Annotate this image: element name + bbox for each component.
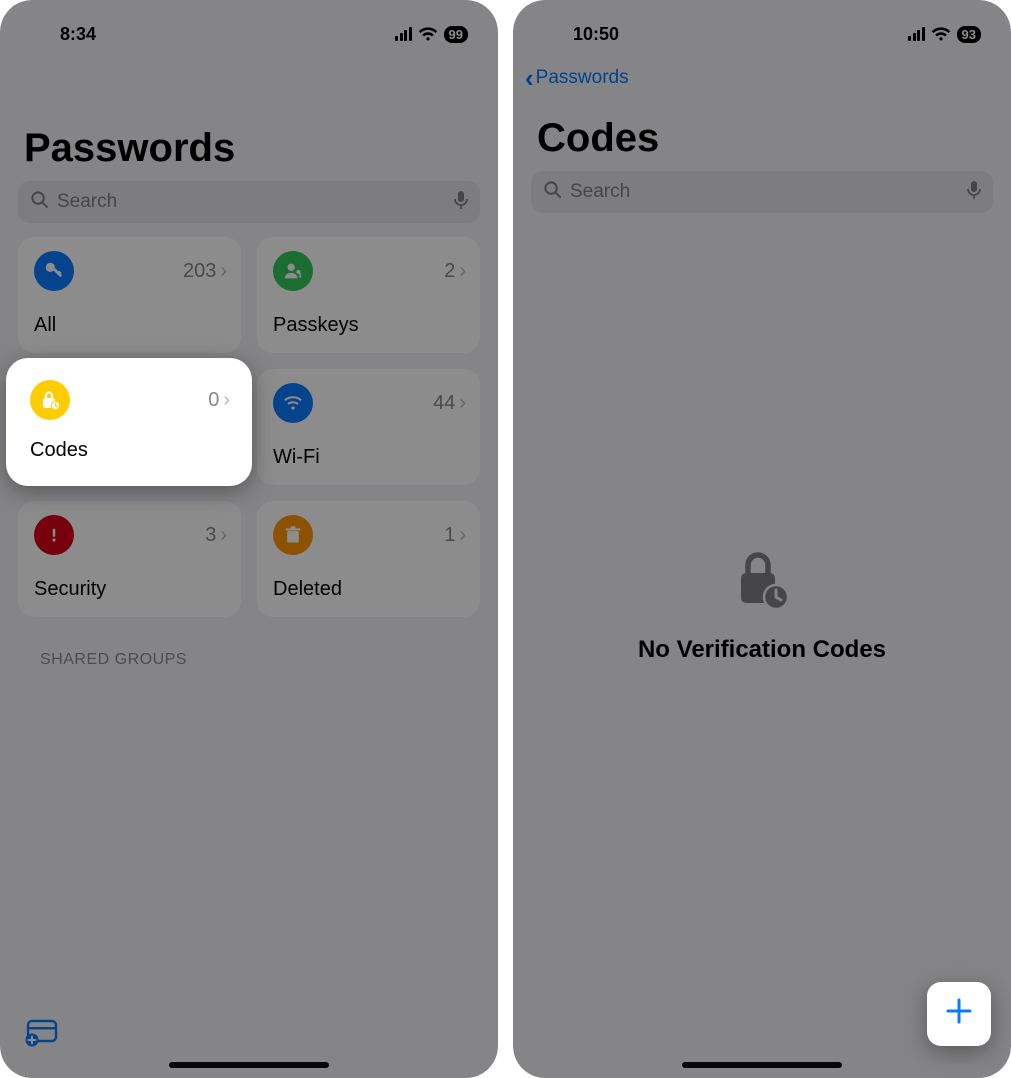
tile-wifi[interactable]: 44› Wi-Fi — [257, 369, 480, 485]
lock-clock-icon — [729, 547, 795, 618]
person-key-icon — [273, 251, 313, 291]
exclamation-icon — [34, 515, 74, 555]
cellular-signal-icon — [395, 27, 412, 41]
chevron-right-icon: › — [223, 389, 230, 412]
chevron-right-icon: › — [459, 260, 466, 283]
status-time: 8:34 — [60, 24, 96, 45]
empty-state-text: No Verification Codes — [638, 636, 886, 664]
battery-level: 93 — [957, 26, 981, 43]
wifi-icon — [418, 27, 438, 42]
status-bar: 8:34 99 — [0, 0, 498, 56]
tile-passkeys-count: 2 — [444, 260, 455, 283]
tile-wifi-label: Wi-Fi — [273, 446, 466, 469]
tile-deleted-label: Deleted — [273, 578, 466, 601]
tile-security-count: 3 — [205, 524, 216, 547]
tile-codes-label: Codes — [30, 439, 230, 462]
back-label: Passwords — [536, 67, 629, 89]
codes-screen: 10:50 93 ‹ Passwords Codes Search — [513, 0, 1011, 1078]
tile-passkeys[interactable]: 2› Passkeys — [257, 237, 480, 353]
cellular-signal-icon — [908, 27, 925, 41]
search-icon — [30, 190, 49, 215]
lock-clock-icon — [30, 380, 70, 420]
passwords-screen: 8:34 99 Passwords Search — [0, 0, 498, 1078]
home-indicator[interactable] — [682, 1062, 842, 1068]
key-icon — [34, 251, 74, 291]
tile-deleted[interactable]: 1› Deleted — [257, 501, 480, 617]
tile-all[interactable]: 203› All — [18, 237, 241, 353]
chevron-left-icon: ‹ — [525, 65, 534, 91]
search-input[interactable]: Search — [531, 171, 993, 213]
search-input[interactable]: Search — [18, 181, 480, 223]
tile-all-count: 203 — [183, 260, 216, 283]
chevron-right-icon: › — [459, 524, 466, 547]
tile-deleted-count: 1 — [444, 524, 455, 547]
tile-wifi-count: 44 — [433, 392, 455, 415]
status-bar: 10:50 93 — [513, 0, 1011, 56]
chevron-right-icon: › — [459, 392, 466, 415]
home-indicator[interactable] — [169, 1062, 329, 1068]
search-icon — [543, 180, 562, 205]
add-wallet-button[interactable] — [24, 1017, 60, 1052]
tile-all-label: All — [34, 314, 227, 337]
status-indicators: 93 — [908, 26, 981, 43]
wifi-circle-icon — [273, 383, 313, 423]
plus-icon — [944, 993, 974, 1036]
shared-groups-heading: SHARED GROUPS — [0, 617, 498, 669]
status-time: 10:50 — [573, 24, 619, 45]
search-placeholder: Search — [57, 191, 446, 213]
back-button[interactable]: ‹ Passwords — [525, 65, 629, 91]
trash-icon — [273, 515, 313, 555]
tile-codes[interactable]: 0› Codes — [14, 366, 244, 478]
page-title: Codes — [513, 100, 1011, 171]
tile-security[interactable]: 3› Security — [18, 501, 241, 617]
page-title: Passwords — [0, 56, 498, 181]
highlight-codes-tile: 0› Codes — [6, 358, 252, 486]
add-button[interactable] — [927, 982, 991, 1046]
search-placeholder: Search — [570, 181, 959, 203]
chevron-right-icon: › — [220, 524, 227, 547]
empty-state: No Verification Codes — [513, 227, 1011, 664]
wifi-icon — [931, 27, 951, 42]
mic-icon[interactable] — [454, 190, 468, 215]
chevron-right-icon: › — [220, 260, 227, 283]
battery-level: 99 — [444, 26, 468, 43]
tile-security-label: Security — [34, 578, 227, 601]
mic-icon[interactable] — [967, 180, 981, 205]
status-indicators: 99 — [395, 26, 468, 43]
tile-passkeys-label: Passkeys — [273, 314, 466, 337]
tile-codes-count: 0 — [208, 389, 219, 412]
